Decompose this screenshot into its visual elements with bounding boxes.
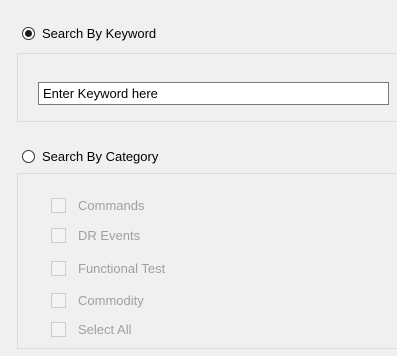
radio-unselected-icon[interactable] [22,149,35,163]
category-select-all[interactable]: Select All [51,321,131,337]
checkbox-icon[interactable] [51,321,66,337]
checkbox-icon[interactable] [51,197,66,213]
search-by-category-label: Search By Category [42,148,159,164]
category-functional-test[interactable]: Functional Test [51,260,165,276]
category-label: Functional Test [78,260,166,276]
search-by-keyword-label: Search By Keyword [42,25,157,41]
checkbox-icon[interactable] [51,260,66,276]
radio-selected-icon[interactable] [22,26,35,40]
category-commands[interactable]: Commands [51,197,144,213]
category-label: Commodity [78,292,144,308]
category-label: Commands [78,197,145,213]
checkbox-icon[interactable] [51,292,66,308]
search-by-keyword-radio[interactable]: Search By Keyword [22,24,156,42]
keyword-group [17,53,397,122]
category-group: Commands DR Events Functional Test Commo… [17,173,397,349]
search-by-category-radio[interactable]: Search By Category [22,147,158,165]
category-label: Select All [78,321,132,337]
category-dr-events[interactable]: DR Events [51,227,140,243]
category-commodity[interactable]: Commodity [51,292,144,308]
checkbox-icon[interactable] [51,227,66,243]
category-label: DR Events [78,227,141,243]
keyword-input[interactable] [38,82,389,105]
